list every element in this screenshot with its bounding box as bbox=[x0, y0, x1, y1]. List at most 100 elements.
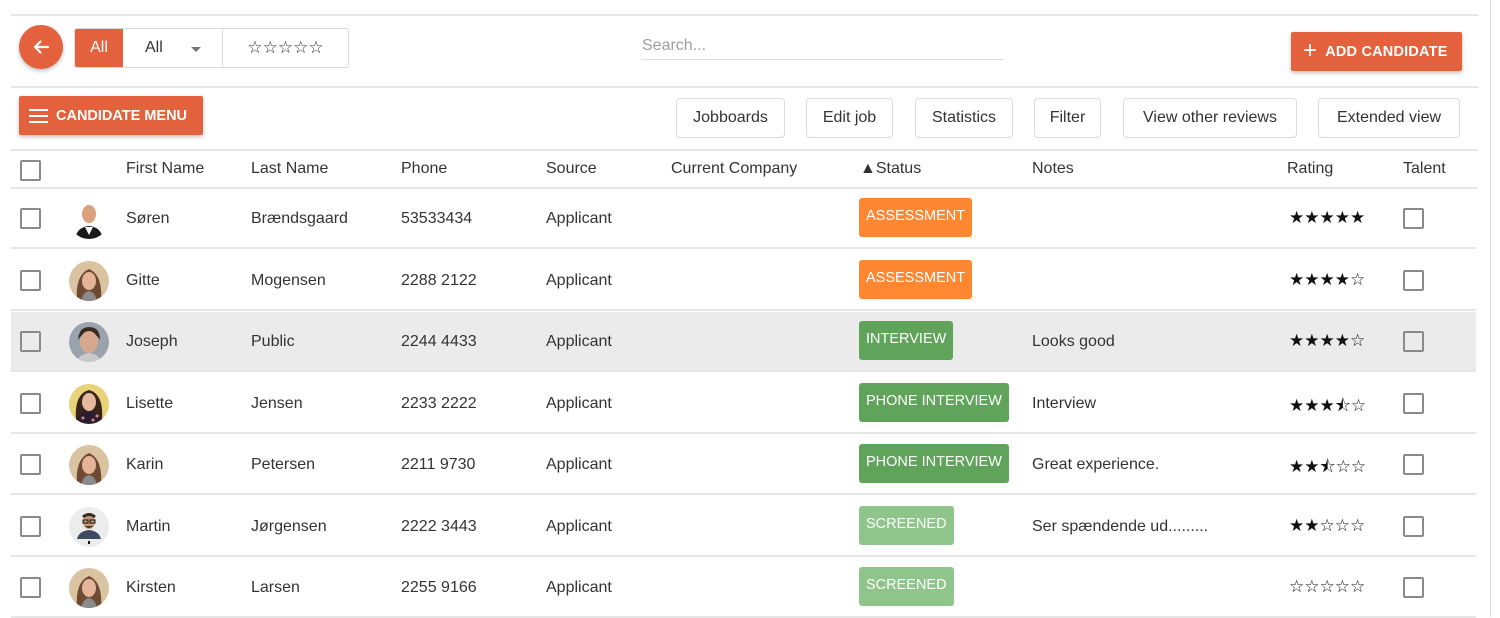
avatar bbox=[69, 383, 109, 424]
arrow-left-icon bbox=[33, 40, 50, 54]
talent-checkbox[interactable] bbox=[1403, 269, 1424, 291]
first-name: Lisette bbox=[126, 394, 174, 412]
table-row[interactable]: Joseph Public 2244 4433 Applicant INTERV… bbox=[11, 312, 1476, 372]
last-name: Brændsgaard bbox=[251, 210, 348, 227]
phone: 2244 4433 bbox=[401, 333, 477, 350]
column-talent[interactable]: Talent bbox=[1403, 160, 1446, 178]
first-name: Gitte bbox=[126, 271, 160, 289]
first-name: Søren bbox=[126, 210, 170, 227]
last-name: Jensen bbox=[251, 394, 303, 412]
avatar-image bbox=[69, 445, 109, 485]
row-checkbox[interactable] bbox=[20, 208, 41, 229]
last-name: Larsen bbox=[251, 579, 300, 596]
first-name: Karin bbox=[126, 456, 164, 473]
filter-button[interactable]: Filter bbox=[1034, 98, 1101, 138]
rating-filter[interactable]: ☆☆☆☆☆ bbox=[223, 29, 348, 67]
row-checkbox[interactable] bbox=[20, 269, 41, 291]
talent-checkbox[interactable] bbox=[1403, 515, 1424, 537]
last-name: Petersen bbox=[251, 456, 316, 473]
table-row[interactable]: Karin Petersen 2211 9730 Applicant PHONE… bbox=[11, 435, 1476, 495]
scrollbar-track[interactable] bbox=[1490, 0, 1491, 617]
avatar-image bbox=[69, 260, 109, 301]
row-checkbox[interactable] bbox=[20, 454, 41, 475]
table-header: First Name Last Name Phone Source Curren… bbox=[11, 152, 1478, 188]
table-row[interactable]: Lisette Jensen 2233 2222 Applicant PHONE… bbox=[11, 374, 1476, 434]
talent-checkbox[interactable] bbox=[1403, 392, 1424, 414]
add-candidate-button[interactable]: + ADD CANDIDATE bbox=[1291, 32, 1462, 71]
column-source[interactable]: Source bbox=[546, 160, 597, 178]
avatar-image bbox=[69, 322, 109, 362]
phone: 2222 3443 bbox=[401, 517, 477, 535]
phone: 2211 9730 bbox=[401, 456, 476, 473]
first-name: Martin bbox=[126, 517, 171, 535]
rating-stars[interactable]: ☆☆☆☆☆ bbox=[1289, 577, 1365, 597]
column-notes[interactable]: Notes bbox=[1032, 160, 1074, 178]
column-last-name[interactable]: Last Name bbox=[251, 160, 328, 178]
source: Applicant bbox=[546, 271, 612, 289]
talent-checkbox[interactable] bbox=[1403, 577, 1424, 598]
avatar bbox=[69, 568, 109, 608]
rating-stars[interactable]: ★★☆☆☆ bbox=[1289, 516, 1365, 536]
table-row[interactable]: Kirsten Larsen 2255 9166 Applicant SCREE… bbox=[11, 558, 1476, 618]
talent-checkbox[interactable] bbox=[1403, 454, 1424, 475]
notes: Looks good bbox=[1032, 333, 1115, 350]
avatar-image bbox=[69, 199, 109, 239]
rating-stars[interactable]: ★★⯪☆☆ bbox=[1289, 454, 1366, 483]
rating-stars[interactable]: ★★★★☆ bbox=[1289, 331, 1365, 351]
view-other-reviews-button[interactable]: View other reviews bbox=[1123, 98, 1297, 138]
filter-group: All All ☆☆☆☆☆ bbox=[74, 28, 349, 68]
divider bbox=[11, 149, 1478, 151]
rating-stars[interactable]: ★★★★☆ bbox=[1289, 270, 1365, 290]
select-all-checkbox[interactable] bbox=[20, 160, 41, 181]
column-first-name[interactable]: First Name bbox=[126, 160, 204, 178]
column-phone[interactable]: Phone bbox=[401, 160, 447, 178]
last-name: Mogensen bbox=[251, 271, 326, 289]
notes: Interview bbox=[1032, 394, 1097, 412]
source: Applicant bbox=[546, 394, 612, 412]
row-checkbox[interactable] bbox=[20, 392, 41, 414]
notes: Ser spændende ud......... bbox=[1032, 517, 1209, 535]
status-badge[interactable]: ASSESSMENT bbox=[859, 198, 973, 237]
plus-icon: + bbox=[1303, 36, 1318, 64]
talent-checkbox[interactable] bbox=[1403, 208, 1424, 229]
filter-select[interactable]: All bbox=[123, 29, 223, 67]
phone: 2288 2122 bbox=[401, 271, 477, 289]
status-badge[interactable]: PHONE INTERVIEW bbox=[859, 444, 1009, 483]
avatar bbox=[69, 199, 109, 239]
row-checkbox[interactable] bbox=[20, 577, 41, 598]
edit-job-button[interactable]: Edit job bbox=[806, 98, 893, 138]
statistics-button[interactable]: Statistics bbox=[915, 98, 1013, 138]
row-checkbox[interactable] bbox=[20, 331, 41, 352]
column-status[interactable]: ▲Status bbox=[860, 160, 921, 178]
avatar bbox=[69, 260, 109, 301]
filter-all-button[interactable]: All bbox=[75, 29, 123, 67]
table-row[interactable]: Gitte Mogensen 2288 2122 Applicant ASSES… bbox=[11, 251, 1476, 311]
rating-stars[interactable]: ★★★★★ bbox=[1289, 208, 1365, 228]
extended-view-button[interactable]: Extended view bbox=[1318, 98, 1460, 138]
jobboards-button[interactable]: Jobboards bbox=[676, 98, 785, 138]
source: Applicant bbox=[546, 333, 612, 350]
status-badge[interactable]: SCREENED bbox=[859, 567, 954, 606]
candidate-menu-button[interactable]: CANDIDATE MENU bbox=[19, 96, 203, 135]
column-rating[interactable]: Rating bbox=[1287, 160, 1333, 178]
source: Applicant bbox=[546, 210, 612, 227]
avatar bbox=[69, 506, 109, 547]
back-button[interactable] bbox=[19, 25, 63, 69]
source: Applicant bbox=[546, 517, 612, 535]
status-badge[interactable]: INTERVIEW bbox=[859, 321, 954, 360]
search-input[interactable] bbox=[641, 34, 1003, 60]
column-current-company[interactable]: Current Company bbox=[671, 160, 797, 178]
status-badge[interactable]: PHONE INTERVIEW bbox=[859, 382, 1009, 422]
add-candidate-label: ADD CANDIDATE bbox=[1325, 43, 1448, 60]
table-row[interactable]: Martin Jørgensen 2222 3443 Applicant SCR… bbox=[11, 497, 1476, 557]
caret-down-icon bbox=[191, 47, 201, 52]
talent-checkbox[interactable] bbox=[1403, 331, 1424, 352]
filter-select-value: All bbox=[145, 39, 163, 56]
divider bbox=[11, 86, 1478, 88]
table-row[interactable]: Søren Brændsgaard 53533434 Applicant ASS… bbox=[11, 189, 1476, 249]
row-checkbox[interactable] bbox=[20, 515, 41, 537]
status-badge[interactable]: ASSESSMENT bbox=[859, 259, 973, 299]
source: Applicant bbox=[546, 579, 612, 596]
status-badge[interactable]: SCREENED bbox=[859, 505, 954, 545]
rating-stars[interactable]: ★★★⯪☆ bbox=[1289, 393, 1366, 422]
